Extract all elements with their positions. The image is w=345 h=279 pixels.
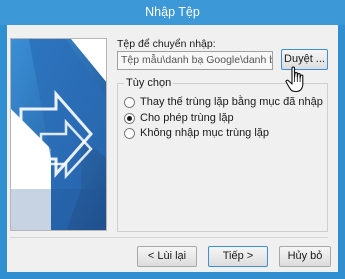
radio-button[interactable]: [124, 96, 135, 108]
option-allow-duplicates[interactable]: Cho phép trùng lặp: [124, 111, 234, 125]
divider: [10, 237, 328, 238]
cancel-button[interactable]: Hủy bỏ: [279, 246, 331, 267]
hand-pointer-icon: [285, 66, 304, 93]
title-bar[interactable]: Nhập Tệp: [0, 0, 345, 25]
file-path-field[interactable]: Tệp mẫu\danh bạ Google\danh bạ.csv: [117, 51, 273, 70]
option-label: Thay thế trùng lặp bằng mục đã nhập: [140, 96, 323, 108]
options-group-title: Tùy chọn: [124, 77, 174, 89]
radio-button[interactable]: [124, 127, 135, 139]
import-illustration: [10, 38, 107, 231]
option-label: Không nhập mục trùng lặp: [140, 127, 270, 139]
option-do-not-import-duplicates[interactable]: Không nhập mục trùng lặp: [124, 126, 269, 140]
option-label: Cho phép trùng lặp: [140, 112, 234, 124]
file-to-import-label: Tệp để chuyển nhập:: [117, 38, 216, 50]
option-replace-duplicates[interactable]: Thay thế trùng lặp bằng mục đã nhập: [124, 95, 323, 109]
import-file-dialog: Nhập Tệp Tệp để chuyển nhập: Tệp mẫu\dan…: [0, 0, 345, 279]
window-title: Nhập Tệp: [145, 5, 200, 19]
import-arrows-icon: [11, 39, 106, 230]
next-button[interactable]: Tiếp >: [208, 246, 268, 267]
back-button[interactable]: < Lùi lại: [137, 246, 197, 267]
radio-button-selected[interactable]: [124, 112, 135, 124]
